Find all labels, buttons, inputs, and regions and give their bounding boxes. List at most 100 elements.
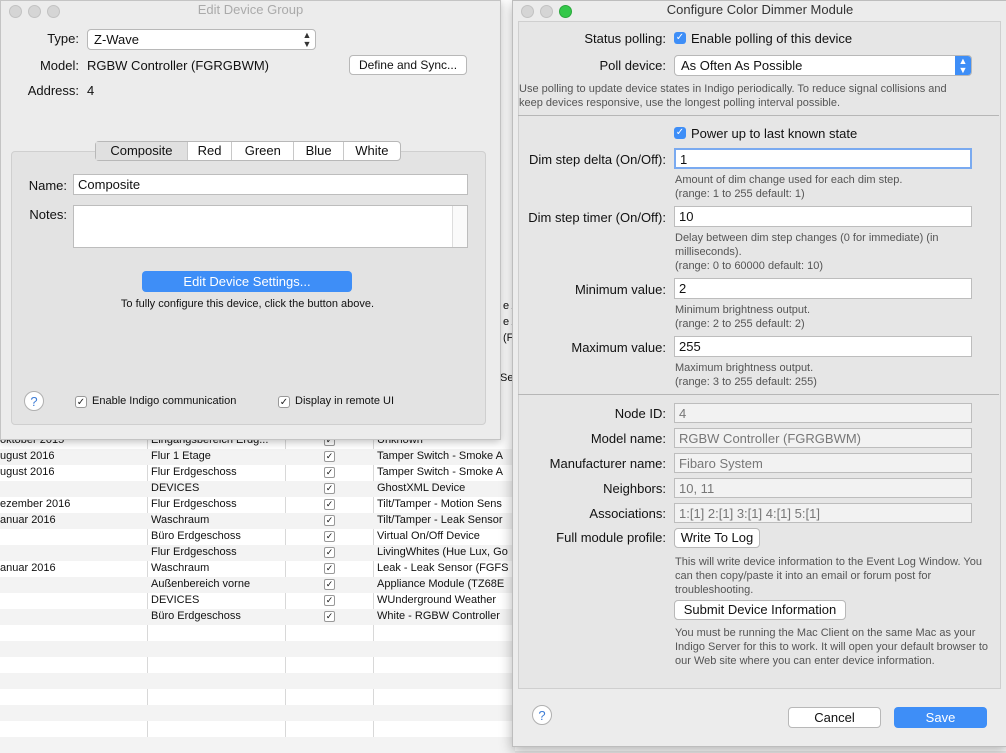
submit-info-button[interactable]: Submit Device Information [674, 600, 846, 620]
table-row[interactable]: ugust 2016 Flur 1 Etage ✓ Tamper Switch - S… [0, 449, 515, 465]
tab-composite[interactable]: Composite [96, 142, 188, 160]
row-checkbox[interactable]: ✓ [324, 611, 335, 622]
min-value-input[interactable]: 2 [674, 278, 972, 299]
type-select[interactable]: Z-Wave ▲ ▼ [87, 29, 316, 50]
table-row[interactable] [0, 625, 515, 641]
table-row[interactable]: ezember 2016 Flur Erdgeschoss ✓ Tilt/Tamper… [0, 497, 515, 513]
row-date: ugust 2016 [0, 450, 55, 462]
min-value-help: Minimum brightness output. [675, 304, 811, 316]
row-model: Virtual On/Off Device [377, 530, 480, 542]
table-row[interactable] [0, 657, 515, 673]
table-row[interactable] [0, 721, 515, 737]
zoom-icon[interactable] [47, 5, 60, 18]
row-model: Tamper Switch - Smoke A [377, 450, 503, 462]
table-row[interactable] [0, 641, 515, 657]
table-row[interactable]: Flur Erdgeschoss ✓ LivingWhites (Hue Lux, … [0, 545, 515, 561]
submit-help-text: You must be running the Mac Client on th… [675, 627, 989, 667]
notes-label: Notes: [29, 207, 67, 222]
table-row[interactable] [0, 673, 515, 689]
row-folder: Flur Erdgeschoss [151, 466, 237, 478]
close-icon[interactable] [521, 5, 534, 18]
row-folder: Außenbereich vorne [151, 578, 251, 590]
max-value-input[interactable]: 255 [674, 336, 972, 357]
display-remote-checkbox[interactable]: ✓ [278, 396, 290, 408]
window-title: Edit Device Group [197, 2, 304, 17]
dim-delta-help: Amount of dim change used for each dim s… [675, 174, 903, 186]
scrollbar[interactable] [452, 206, 467, 247]
row-checkbox[interactable]: ✓ [324, 515, 335, 526]
row-checkbox[interactable]: ✓ [324, 595, 335, 606]
define-sync-button[interactable]: Define and Sync... [349, 55, 467, 75]
row-checkbox[interactable]: ✓ [324, 467, 335, 478]
dim-timer-input[interactable]: 10 [674, 206, 972, 227]
row-checkbox[interactable]: ✓ [324, 547, 335, 558]
table-row[interactable]: DEVICES ✓ WUnderground Weather [0, 593, 515, 609]
divider [518, 115, 999, 116]
help-button[interactable]: ? [24, 391, 44, 411]
row-checkbox[interactable]: ✓ [324, 451, 335, 462]
row-folder: Flur Erdgeschoss [151, 498, 237, 510]
table-row[interactable] [0, 705, 515, 721]
chevron-updown-icon: ▲ ▼ [955, 56, 971, 75]
tab-blue[interactable]: Blue [294, 142, 344, 160]
close-icon[interactable] [9, 5, 22, 18]
table-row[interactable]: Außenbereich vorne ✓ Appliance Module (TZ6… [0, 577, 515, 593]
tab-bar: Composite Red Green Blue White [95, 141, 401, 161]
window-title: Configure Color Dimmer Module [666, 2, 854, 17]
tab-green[interactable]: Green [232, 142, 295, 160]
edit-device-settings-button[interactable]: Edit Device Settings... [142, 271, 352, 292]
enable-comm-checkbox[interactable]: ✓ [75, 396, 87, 408]
row-model: White - RGBW Controller [377, 610, 500, 622]
row-folder: Waschraum [151, 514, 210, 526]
row-model: Leak - Leak Sensor (FGFS [377, 562, 509, 574]
row-folder: DEVICES [151, 482, 200, 494]
help-button[interactable]: ? [532, 705, 552, 725]
table-row[interactable]: DEVICES ✓ GhostXML Device [0, 481, 515, 497]
table-row[interactable] [0, 689, 515, 705]
poll-device-value: As Often As Possible [681, 58, 803, 73]
neighbors-label: Neighbors: [603, 481, 666, 496]
node-id-label: Node ID: [614, 406, 666, 421]
power-up-label: Power up to last known state [691, 126, 858, 141]
save-button[interactable]: Save [894, 707, 987, 728]
tab-white[interactable]: White [344, 142, 400, 160]
display-remote-label: Display in remote UI [295, 395, 395, 407]
edit-device-group-window: Edit Device Group Type: Z-Wave ▲ ▼ Model:… [0, 0, 501, 440]
power-up-checkbox[interactable]: ✓ [674, 127, 686, 139]
status-polling-checkbox[interactable]: ✓ [674, 32, 686, 44]
row-date: ezember 2016 [0, 498, 71, 510]
row-checkbox[interactable]: ✓ [324, 563, 335, 574]
notes-textarea[interactable] [73, 205, 468, 248]
type-label: Type: [47, 31, 79, 46]
row-checkbox[interactable]: ✓ [324, 483, 335, 494]
max-value-help: Maximum brightness output. [675, 362, 814, 374]
table-row[interactable]: ugust 2016 Flur Erdgeschoss ✓ Tamper Switch… [0, 465, 515, 481]
poll-device-label: Poll device: [599, 58, 666, 73]
row-folder: Flur 1 Etage [151, 450, 211, 462]
row-model: Appliance Module (TZ68E [377, 578, 505, 590]
minimize-icon[interactable] [28, 5, 41, 18]
row-date: anuar 2016 [0, 514, 56, 526]
dim-delta-range: (range: 1 to 255 default: 1) [675, 188, 805, 200]
name-input[interactable]: Composite [73, 174, 468, 195]
row-checkbox[interactable]: ✓ [324, 579, 335, 590]
table-row[interactable]: Büro Erdgeschoss ✓ White - RGBW Controller [0, 609, 515, 625]
zoom-icon[interactable] [559, 5, 572, 18]
row-checkbox[interactable]: ✓ [324, 531, 335, 542]
minimize-icon[interactable] [540, 5, 553, 18]
row-model: LivingWhites (Hue Lux, Go [377, 546, 508, 558]
table-row[interactable]: Büro Erdgeschoss ✓ Virtual On/Off Device [0, 529, 515, 545]
model-label: Model: [39, 58, 79, 73]
table-row[interactable]: anuar 2016 Waschraum ✓ Tilt/Tamper - Leak S… [0, 513, 515, 529]
cancel-button[interactable]: Cancel [788, 707, 881, 728]
type-select-value: Z-Wave [94, 32, 140, 47]
table-row[interactable]: anuar 2016 Waschraum ✓ Leak - Leak Sensor (… [0, 561, 515, 577]
dim-delta-input[interactable]: 1 [674, 148, 972, 169]
row-checkbox[interactable]: ✓ [324, 499, 335, 510]
poll-device-select[interactable]: As Often As Possible ▲ ▼ [674, 55, 972, 76]
write-to-log-button[interactable]: Write To Log [674, 528, 760, 548]
poll-help-text: Use polling to update device states in I… [519, 83, 947, 109]
tab-red[interactable]: Red [188, 142, 233, 160]
name-label: Name: [28, 178, 67, 193]
row-model: Tilt/Tamper - Leak Sensor [377, 514, 503, 526]
